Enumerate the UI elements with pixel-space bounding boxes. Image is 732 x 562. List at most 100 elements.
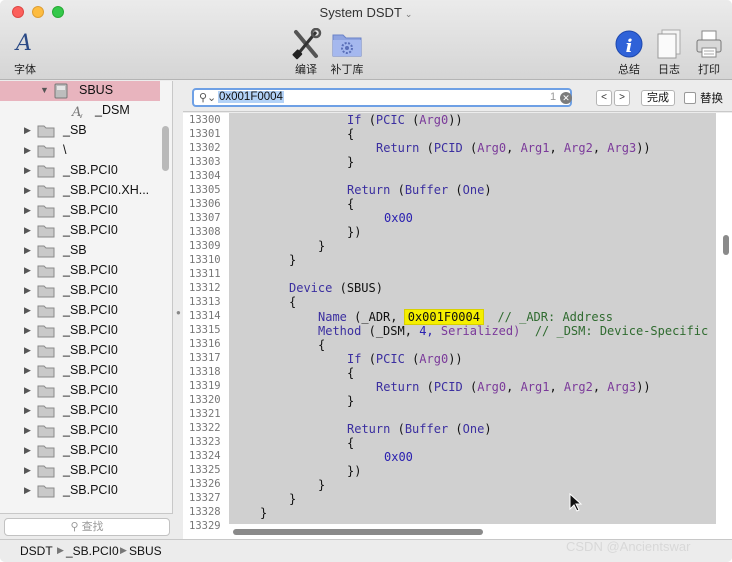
disclosure-collapsed-icon[interactable]: ▶ [24, 245, 31, 256]
code-token: (_ADR, [354, 310, 398, 324]
tree-row[interactable]: ▶ _SB.PCI0 [0, 381, 160, 401]
code-token: Arg2 [563, 141, 593, 155]
folder-icon [37, 125, 55, 138]
code-line: } [347, 155, 355, 169]
code-line: Name (_ADR, 0x001F0004 // _ADR: Address [318, 309, 613, 325]
window-title[interactable]: System DSDT ⌄ [0, 5, 732, 20]
find-bar: ⚲⌄ 0x001F0004 1 ✕ < > 完成 替换 [183, 82, 732, 112]
clear-search-icon[interactable]: ✕ [560, 92, 572, 104]
breadcrumb-pci0[interactable]: _SB.PCI0 [66, 544, 119, 558]
code-token: Device [289, 281, 333, 295]
disclosure-collapsed-icon[interactable]: ▶ [24, 205, 31, 216]
disclosure-collapsed-icon[interactable]: ▶ [24, 425, 31, 436]
outline-sidebar[interactable]: ▼ SBUS Av _DSM ▶ _SB ▶ \ ▶ _SB.PCI0 ▶ _SB.PCI0.… [0, 81, 173, 539]
folder-icon [37, 265, 55, 278]
disclosure-collapsed-icon[interactable]: ▶ [24, 345, 31, 356]
line-number: 13324 [189, 450, 221, 462]
code-line: Device (SBUS) [289, 281, 383, 295]
disclosure-collapsed-icon[interactable]: ▶ [24, 285, 31, 296]
folder-icon [37, 225, 55, 238]
tree-row-label: _SB.PCI0 [63, 223, 118, 237]
font-tool-button[interactable]: A 字体 [8, 28, 42, 77]
compile-tool-button[interactable]: 编译 [288, 28, 324, 77]
print-tool-button[interactable]: 打印 [692, 28, 726, 77]
tree-row-label: _SB.PCI0 [63, 363, 118, 377]
code-token: Name [318, 310, 347, 324]
tree-row[interactable]: ▶ _SB.PCI0 [0, 301, 160, 321]
line-number: 13320 [189, 394, 221, 406]
line-number: 13313 [189, 296, 221, 308]
done-button[interactable]: 完成 [641, 90, 675, 106]
disclosure-collapsed-icon[interactable]: ▶ [24, 405, 31, 416]
editor-horizontal-scrollbar[interactable] [233, 529, 483, 535]
sidebar-scrollbar[interactable] [162, 126, 169, 171]
code-token: Return [347, 183, 391, 197]
line-number: 13315 [189, 324, 221, 336]
tree-row[interactable]: ▶ _SB.PCI0 [0, 221, 160, 241]
tree-row[interactable]: ▶ _SB.PCI0 [0, 261, 160, 281]
sidebar-filter-input[interactable]: ⚲ 查找 [4, 518, 170, 536]
code-line: If (PCIC (Arg0)) [347, 113, 463, 127]
code-editor[interactable]: 13300 13301 13302 13303 13304 13305 13306 13307… [183, 113, 732, 539]
splitter-handle[interactable]: ● [176, 308, 181, 317]
tree-row[interactable]: ▶ _SB [0, 241, 160, 261]
patch-tool-button[interactable]: 补丁库 [328, 28, 366, 77]
disclosure-collapsed-icon[interactable]: ▶ [24, 185, 31, 196]
disclosure-collapsed-icon[interactable]: ▶ [24, 165, 31, 176]
replace-label: 替换 [700, 93, 723, 105]
line-number: 13318 [189, 366, 221, 378]
tree-row[interactable]: ▶ _SB.PCI0 [0, 421, 160, 441]
disclosure-collapsed-icon[interactable]: ▶ [24, 265, 31, 276]
breadcrumb-sbus[interactable]: SBUS [129, 544, 162, 558]
disclosure-collapsed-icon[interactable]: ▶ [24, 485, 31, 496]
tree-row-label: _SB.PCI0 [63, 463, 118, 477]
breadcrumb-dsdt[interactable]: DSDT [20, 544, 53, 558]
tree-row-sbus[interactable]: ▼ SBUS [0, 81, 160, 101]
disclosure-collapsed-icon[interactable]: ▶ [24, 305, 31, 316]
svg-text:A: A [14, 31, 32, 56]
disclosure-collapsed-icon[interactable]: ▶ [24, 325, 31, 336]
compile-tools-icon [292, 28, 322, 60]
find-input[interactable]: ⚲⌄ 0x001F0004 1 ✕ [192, 88, 572, 107]
disclosure-collapsed-icon[interactable]: ▶ [24, 365, 31, 376]
tree-row-dsm[interactable]: Av _DSM [0, 101, 160, 121]
disclosure-collapsed-icon[interactable]: ▶ [24, 125, 31, 136]
tree-row[interactable]: ▶ _SB.PCI0 [0, 321, 160, 341]
disclosure-collapsed-icon[interactable]: ▶ [24, 445, 31, 456]
code-token: PCID [433, 380, 463, 394]
tree-row[interactable]: ▶ _SB.PCI0.XH... [0, 181, 160, 201]
tree-row[interactable]: ▶ _SB.PCI0 [0, 341, 160, 361]
code-line: }) [347, 225, 362, 239]
code-area[interactable]: If (PCIC (Arg0)) { Return (PCID (Arg0, A… [229, 113, 716, 524]
code-token: Arg0 [477, 380, 507, 394]
tree-row[interactable]: ▶ _SB.PCI0 [0, 201, 160, 221]
folder-icon [37, 345, 55, 358]
tree-row[interactable]: ▶ _SB.PCI0 [0, 161, 160, 181]
tree-row[interactable]: ▶ _SB [0, 121, 160, 141]
code-token: Method [318, 324, 362, 338]
editor-vertical-scrollbar[interactable] [723, 235, 729, 255]
disclosure-collapsed-icon[interactable]: ▶ [24, 225, 31, 236]
tree-row[interactable]: ▶ _SB.PCI0 [0, 401, 160, 421]
disclosure-collapsed-icon[interactable]: ▶ [24, 145, 31, 156]
log-tool-button[interactable]: 日志 [652, 28, 686, 77]
disclosure-collapsed-icon[interactable]: ▶ [24, 385, 31, 396]
tree-row[interactable]: ▶ _SB.PCI0 [0, 481, 160, 501]
tree-row[interactable]: ▶ _SB.PCI0 [0, 361, 160, 381]
next-match-button[interactable]: > [614, 90, 630, 106]
tree-row[interactable]: ▶ _SB.PCI0 [0, 461, 160, 481]
disclosure-expanded-icon[interactable]: ▼ [40, 85, 49, 95]
sidebar-filter-placeholder: 查找 [81, 521, 104, 533]
tree-row[interactable]: ▶ _SB.PCI0 [0, 281, 160, 301]
disclosure-collapsed-icon[interactable]: ▶ [24, 465, 31, 476]
tree-row-label: _SB.PCI0 [63, 163, 118, 177]
summary-tool-button[interactable]: i 总结 [612, 28, 646, 77]
line-number: 13321 [189, 408, 221, 420]
replace-checkbox[interactable] [684, 92, 696, 104]
tree-row[interactable]: ▶ \ [0, 141, 160, 161]
code-line: } [289, 253, 297, 267]
previous-match-button[interactable]: < [596, 90, 612, 106]
tree-row[interactable]: ▶ _SB.PCI0 [0, 441, 160, 461]
line-number: 13322 [189, 422, 221, 434]
code-token: Arg3 [607, 380, 637, 394]
